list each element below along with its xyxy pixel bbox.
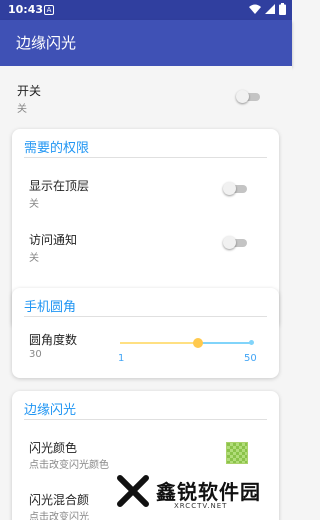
corner-radius-slider[interactable] [120,338,254,348]
notification-access-switch[interactable] [223,236,249,249]
battery-icon [279,3,286,15]
slider-thumb[interactable] [193,338,203,348]
notification-access-subtitle: 关 [29,253,39,264]
settings-content[interactable]: 开关 关 需要的权限 显示在顶层 关 访问通知 关 手机圆角 圆角度数 30 1… [0,66,292,520]
flash-color-subtitle: 点击改变闪光颜色 [29,460,109,471]
overlay-permission-switch[interactable] [223,182,249,195]
corner-radius-value: 30 [29,349,42,360]
card-divider [24,157,267,158]
watermark-text: 鑫锐软件园 [156,480,261,504]
watermark-logo-icon [117,475,149,507]
overlay-permission-row[interactable]: 显示在顶层 关 [12,165,279,215]
notification-access-title: 访问通知 [29,233,78,247]
watermark-url: XRCCTV.NET [174,502,228,510]
flash-blend-color-subtitle: 点击改变闪光 [29,512,89,520]
overlay-permission-subtitle: 关 [29,199,39,210]
status-time: 10:43 [8,3,44,16]
notification-access-row[interactable]: 访问通知 关 [12,219,279,269]
master-toggle-row[interactable]: 开关 关 [0,66,292,122]
app-bar: 边缘闪光 [0,20,292,66]
flash-color-swatch[interactable] [226,442,248,464]
master-toggle-title: 开关 [17,84,42,98]
master-toggle-subtitle: 关 [17,104,27,115]
signal-icon [265,3,275,14]
flash-color-title: 闪光颜色 [29,441,78,455]
notification-a-icon: A [44,5,54,15]
permissions-card-title: 需要的权限 [24,141,90,156]
flash-blend-color-title: 闪光混合颜 [29,493,90,507]
overlay-permission-title: 显示在顶层 [29,179,90,193]
corner-radius-title: 圆角度数 [29,333,78,347]
app-title: 边缘闪光 [16,34,77,52]
card-divider [24,316,267,317]
flash-color-row[interactable]: 闪光颜色 点击改变闪光颜色 [12,427,279,475]
corner-card-title: 手机圆角 [24,300,77,315]
slider-min-label: 1 [118,353,125,364]
master-switch[interactable] [236,90,262,103]
slider-max-label: 50 [244,353,257,364]
status-bar: 10:43 A [0,0,292,20]
card-divider [24,419,267,420]
corner-radius-card: 手机圆角 圆角度数 30 1 50 [12,288,279,378]
wifi-icon [249,4,261,14]
watermark: 鑫锐软件园 XRCCTV.NET [112,470,292,520]
slider-end-dot [249,340,254,345]
edge-flash-card-title: 边缘闪光 [24,403,77,418]
